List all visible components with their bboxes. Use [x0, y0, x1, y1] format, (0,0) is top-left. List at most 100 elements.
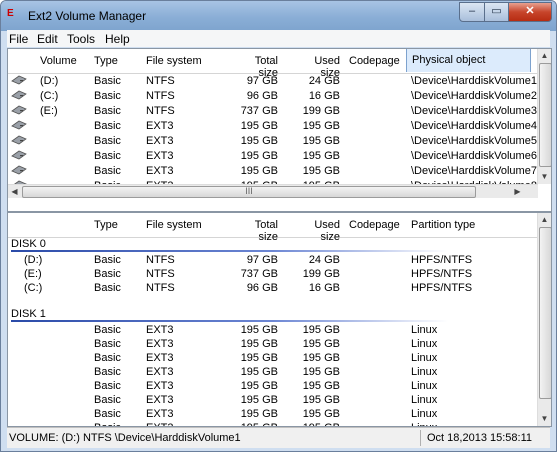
- table-cell: 195 GB: [240, 338, 278, 350]
- table-cell: EXT3: [146, 352, 174, 364]
- table-cell: 195 GB: [240, 394, 278, 406]
- table-cell: 199 GB: [302, 268, 340, 280]
- window-title: Ext2 Volume Manager: [28, 9, 147, 23]
- volume-vertical-scrollbar[interactable]: ▲ ▼: [537, 49, 551, 184]
- col-physical-object[interactable]: Physical object: [406, 49, 531, 72]
- table-row[interactable]: (C:) Basic NTFS 96 GB 16 GB HPFS/NTFS: [8, 281, 538, 296]
- table-cell: 16 GB: [308, 90, 340, 102]
- menu-file[interactable]: File: [9, 32, 28, 46]
- col-partition-type[interactable]: Partition type: [411, 219, 475, 231]
- table-cell: Basic: [94, 380, 121, 392]
- table-row[interactable]: Basic EXT3 195 GB 195 GB Linux: [8, 407, 538, 422]
- table-cell: \Device\HarddiskVolume3: [411, 105, 537, 117]
- table-row[interactable]: (D:) Basic NTFS 97 GB 24 GB HPFS/NTFS: [8, 253, 538, 268]
- table-cell: Basic: [94, 324, 121, 336]
- col-type[interactable]: Type: [94, 219, 118, 231]
- col-codepage[interactable]: Codepage: [349, 219, 400, 231]
- table-cell: HPFS/NTFS: [411, 282, 473, 294]
- volume-list[interactable]: Volume Type File system Total size Used …: [7, 48, 552, 212]
- scroll-up-arrow-icon[interactable]: ▲: [538, 213, 551, 226]
- table-row[interactable]: (E:) Basic NTFS 737 GB 199 GB HPFS/NTFS: [8, 267, 538, 282]
- table-row[interactable]: (E:) Basic NTFS 737 GB 199 GB \Device\Harddis…: [8, 104, 538, 119]
- scroll-right-arrow-icon[interactable]: ▶: [511, 185, 524, 198]
- table-cell: Basic: [94, 165, 121, 177]
- table-cell: 195 GB: [302, 380, 340, 392]
- disk-group-label: DISK 1: [11, 308, 46, 320]
- table-cell: 97 GB: [246, 75, 278, 87]
- hard-disk-icon: [11, 135, 27, 145]
- table-cell: Basic: [94, 394, 121, 406]
- col-type[interactable]: Type: [94, 55, 118, 67]
- table-cell: NTFS: [146, 254, 175, 266]
- table-cell: \Device\HarddiskVolume2: [411, 90, 537, 102]
- table-cell: 195 GB: [240, 135, 278, 147]
- table-cell: 195 GB: [240, 380, 278, 392]
- col-file-system[interactable]: File system: [146, 219, 202, 231]
- table-cell: Basic: [94, 150, 121, 162]
- scroll-thumb[interactable]: [539, 63, 551, 167]
- table-cell: 195 GB: [302, 324, 340, 336]
- menu-bar: File Edit Tools Help: [7, 30, 550, 47]
- table-cell: Linux: [411, 366, 438, 378]
- menu-tools[interactable]: Tools: [67, 32, 95, 46]
- table-cell: EXT3: [146, 366, 174, 378]
- minimize-button[interactable]: –: [459, 2, 485, 22]
- scroll-up-arrow-icon[interactable]: ▲: [538, 49, 551, 62]
- volume-horizontal-scrollbar[interactable]: ◀ III ▶: [8, 184, 538, 198]
- col-file-system[interactable]: File system: [146, 55, 202, 67]
- menu-edit[interactable]: Edit: [37, 32, 58, 46]
- hard-disk-icon: [11, 150, 27, 160]
- table-cell: EXT3: [146, 135, 174, 147]
- partition-vertical-scrollbar[interactable]: ▲ ▼: [537, 213, 551, 426]
- status-bar: VOLUME: (D:) NTFS \Device\HarddiskVolume…: [7, 427, 550, 448]
- table-cell: EXT3: [146, 338, 174, 350]
- partition-list-header: Type File system Total size Used size Co…: [8, 213, 538, 243]
- col-volume[interactable]: Volume: [40, 55, 77, 67]
- scroll-down-arrow-icon[interactable]: ▼: [538, 412, 551, 425]
- volume-list-header: Volume Type File system Total size Used …: [8, 49, 538, 79]
- table-row[interactable]: Basic EXT3 195 GB 195 GB Linux: [8, 323, 538, 338]
- table-row[interactable]: Basic EXT3 195 GB 195 GB \Device\HarddiskVol…: [8, 134, 538, 149]
- table-row[interactable]: Basic EXT3 195 GB 195 GB Linux: [8, 351, 538, 366]
- table-cell: 195 GB: [240, 366, 278, 378]
- table-row[interactable]: Basic EXT3 195 GB 195 GB \Device\HarddiskVol…: [8, 164, 538, 179]
- status-volume-info: VOLUME: (D:) NTFS \Device\HarddiskVolume…: [9, 432, 241, 444]
- table-cell: 195 GB: [302, 135, 340, 147]
- table-cell: \Device\HarddiskVolume7: [411, 165, 537, 177]
- table-row[interactable]: (D:) Basic NTFS 97 GB 24 GB \Device\HarddiskV…: [8, 74, 538, 89]
- table-row[interactable]: (C:) Basic NTFS 96 GB 16 GB \Device\HarddiskV…: [8, 89, 538, 104]
- scroll-left-arrow-icon[interactable]: ◀: [8, 185, 21, 198]
- table-row[interactable]: Basic EXT3 195 GB 195 GB \Device\HarddiskVol…: [8, 149, 538, 164]
- table-cell: 195 GB: [240, 150, 278, 162]
- table-cell: 195 GB: [302, 338, 340, 350]
- col-used-size[interactable]: Used size: [294, 219, 340, 243]
- hard-disk-icon: [11, 105, 27, 115]
- partition-list[interactable]: Type File system Total size Used size Co…: [7, 212, 552, 427]
- title-bar[interactable]: E Ext2 Volume Manager – ▭ ✕: [1, 1, 556, 31]
- table-row[interactable]: Basic EXT3 195 GB 195 GB \Device\HarddiskVol…: [8, 119, 538, 134]
- table-cell: 199 GB: [302, 105, 340, 117]
- table-cell: 16 GB: [308, 282, 340, 294]
- horizontal-scroll-thumb[interactable]: III: [22, 186, 476, 198]
- table-cell: EXT3: [146, 380, 174, 392]
- table-row[interactable]: Basic EXT3 195 GB 195 GB Linux: [8, 393, 538, 408]
- maximize-button[interactable]: ▭: [484, 2, 509, 22]
- table-cell: Basic: [94, 366, 121, 378]
- close-button[interactable]: ✕: [508, 2, 552, 22]
- col-total-size[interactable]: Total size: [236, 219, 278, 243]
- table-cell: (D:): [24, 254, 43, 266]
- scroll-thumb[interactable]: [539, 227, 551, 399]
- table-cell: 737 GB: [240, 268, 278, 280]
- scroll-down-arrow-icon[interactable]: ▼: [538, 170, 551, 183]
- table-row[interactable]: Basic EXT3 195 GB 195 GB Linux: [8, 337, 538, 352]
- status-timestamp: Oct 18,2013 15:58:11: [427, 432, 532, 444]
- table-cell: 24 GB: [308, 75, 340, 87]
- table-cell: 195 GB: [302, 394, 340, 406]
- menu-help[interactable]: Help: [105, 32, 130, 46]
- table-cell: Basic: [94, 352, 121, 364]
- table-cell: Basic: [94, 254, 121, 266]
- status-divider: [420, 430, 421, 446]
- table-row[interactable]: Basic EXT3 195 GB 195 GB Linux: [8, 379, 538, 394]
- col-codepage[interactable]: Codepage: [349, 55, 400, 67]
- table-row[interactable]: Basic EXT3 195 GB 195 GB Linux: [8, 365, 538, 380]
